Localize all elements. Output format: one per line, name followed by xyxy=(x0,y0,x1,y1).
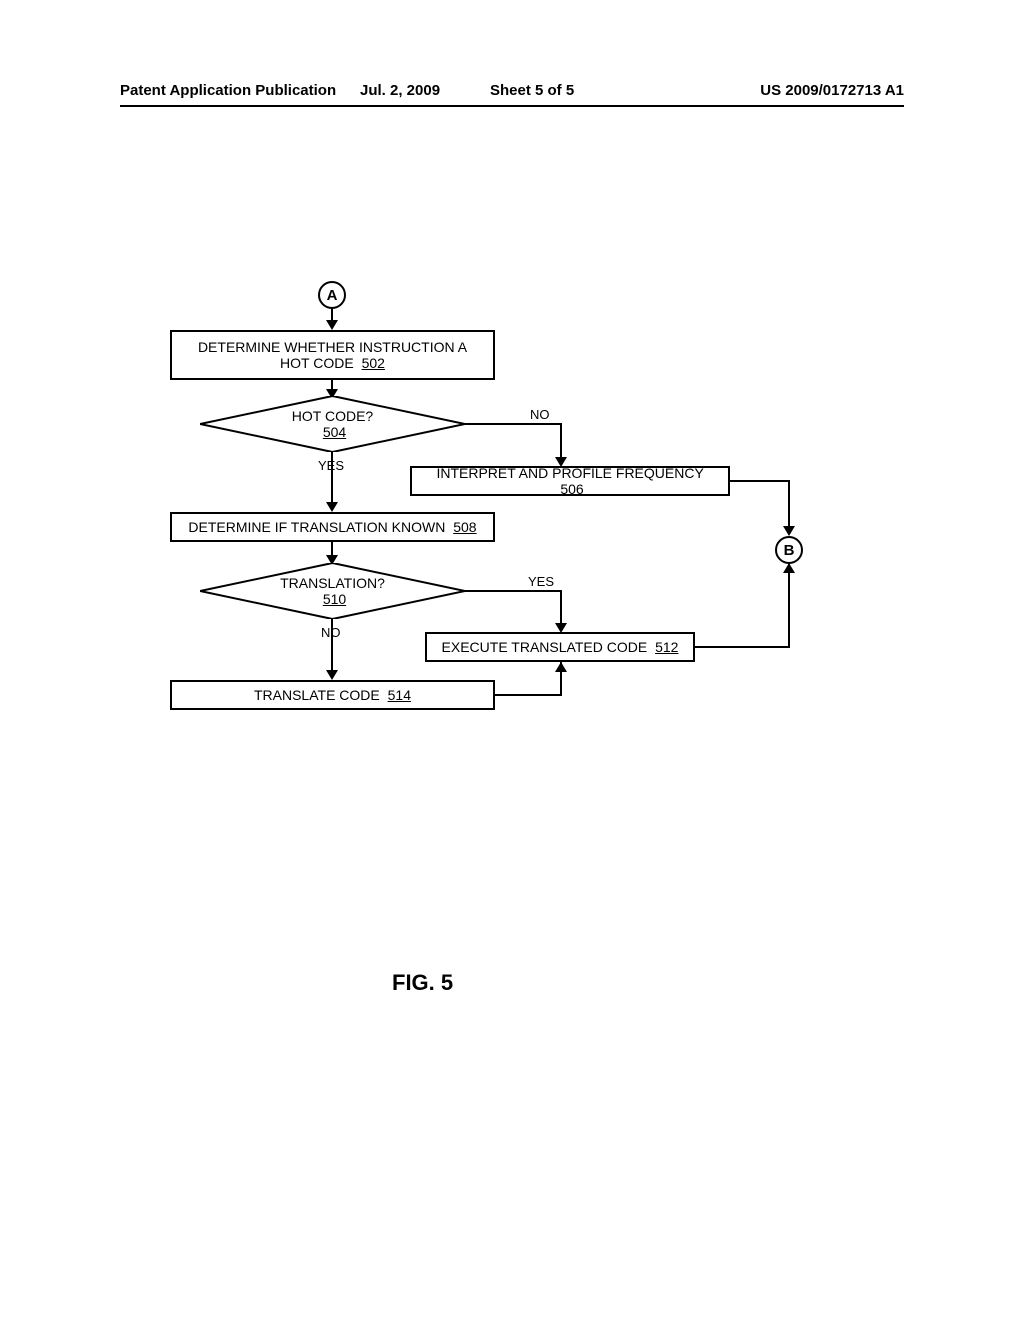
label-510-no: NO xyxy=(321,625,341,640)
arrowhead-icon xyxy=(783,526,795,536)
arrowhead-icon xyxy=(555,662,567,672)
connector-b-label: B xyxy=(784,542,795,559)
edge-512-b-h xyxy=(695,646,790,648)
arrowhead-icon xyxy=(326,320,338,330)
process-508-text: DETERMINE IF TRANSLATION KNOWN 508 xyxy=(188,519,476,535)
arrowhead-icon xyxy=(783,563,795,573)
process-508: DETERMINE IF TRANSLATION KNOWN 508 xyxy=(170,512,495,542)
label-504-yes: YES xyxy=(318,458,344,473)
decision-504-ref: 504 xyxy=(323,424,346,440)
edge-506-b-v xyxy=(788,480,790,530)
label-504-no: NO xyxy=(530,407,550,422)
edge-512-b-v xyxy=(788,563,790,648)
label-510-yes: YES xyxy=(528,574,554,589)
decision-504-text: HOT CODE? xyxy=(292,408,373,424)
arrowhead-icon xyxy=(326,502,338,512)
flowchart-canvas: A DETERMINE WHETHER INSTRUCTION A HOT CO… xyxy=(0,0,1024,1320)
process-502-text: DETERMINE WHETHER INSTRUCTION A HOT CODE… xyxy=(182,339,483,371)
connector-b: B xyxy=(775,536,803,564)
process-506-text: INTERPRET AND PROFILE FREQUENCY 506 xyxy=(422,465,718,497)
figure-label: FIG. 5 xyxy=(392,970,453,996)
process-514: TRANSLATE CODE 514 xyxy=(170,680,495,710)
edge-504-no-v xyxy=(560,423,562,461)
arrowhead-icon xyxy=(326,670,338,680)
edge-504-no xyxy=(465,423,561,425)
process-506: INTERPRET AND PROFILE FREQUENCY 506 xyxy=(410,466,730,496)
connector-a-label: A xyxy=(327,287,338,304)
decision-504: HOT CODE?504 xyxy=(200,396,465,452)
process-512: EXECUTE TRANSLATED CODE 512 xyxy=(425,632,695,662)
process-512-text: EXECUTE TRANSLATED CODE 512 xyxy=(442,639,679,655)
edge-506-b-h xyxy=(730,480,790,482)
edge-510-yes-v xyxy=(560,590,562,627)
process-502: DETERMINE WHETHER INSTRUCTION A HOT CODE… xyxy=(170,330,495,380)
edge-514-512-h xyxy=(495,694,561,696)
decision-510-text: TRANSLATION? xyxy=(280,575,385,591)
connector-a: A xyxy=(318,281,346,309)
process-514-text: TRANSLATE CODE 514 xyxy=(254,687,411,703)
edge-510-yes xyxy=(465,590,561,592)
decision-510-ref: 510 xyxy=(323,591,346,607)
decision-510: TRANSLATION?510 xyxy=(200,563,465,619)
